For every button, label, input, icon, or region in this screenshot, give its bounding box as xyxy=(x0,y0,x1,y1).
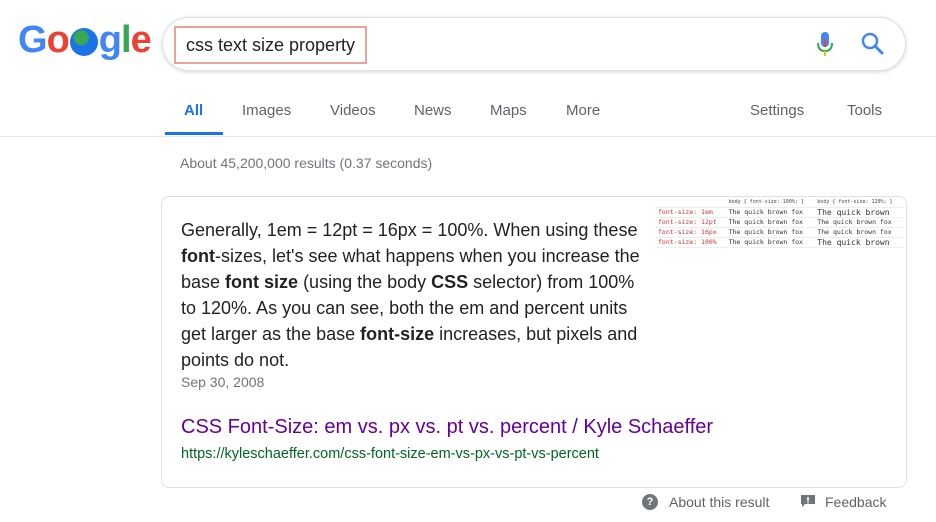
snippet-bold: font size xyxy=(225,272,299,292)
thumb-cell: The quick brown fox xyxy=(725,207,815,218)
snippet-date: Sep 30, 2008 xyxy=(181,374,265,390)
thumb-cell: The quick brown xyxy=(814,237,903,248)
feedback-icon[interactable] xyxy=(800,494,816,508)
logo-letter: l xyxy=(121,19,132,61)
logo-letter: G xyxy=(18,19,48,61)
result-url[interactable]: https://kyleschaeffer.com/css-font-size-… xyxy=(181,446,599,462)
tab-more[interactable]: More xyxy=(566,102,600,120)
thumb-key: font-size: 100% xyxy=(655,237,726,248)
thumb-key: font-size: 12pt xyxy=(655,217,726,228)
google-logo[interactable]: Go gle xyxy=(18,19,152,61)
settings-link[interactable]: Settings xyxy=(750,102,804,120)
thumb-cell: The quick brown fox xyxy=(725,237,815,248)
question-icon[interactable]: ? xyxy=(642,494,658,510)
tab-maps[interactable]: Maps xyxy=(490,102,527,120)
search-icon[interactable] xyxy=(860,31,884,55)
snippet-text-part: Generally, 1em = 12pt = 16px = 100%. Whe… xyxy=(181,220,638,240)
thumb-key: font-size: 16px xyxy=(655,227,726,238)
tab-all[interactable]: All xyxy=(184,102,203,120)
tools-link[interactable]: Tools xyxy=(847,102,882,120)
snippet-bold: font xyxy=(181,246,215,266)
logo-letter: o xyxy=(46,19,70,61)
logo-letter: g xyxy=(98,19,122,61)
thumb-cell: The quick brown fox xyxy=(725,227,815,238)
thumb-cell: The quick brown xyxy=(814,207,903,218)
thumb-cell: The quick brown fox xyxy=(814,217,903,228)
snippet-text: Generally, 1em = 12pt = 16px = 100%. Whe… xyxy=(181,217,641,373)
thumb-cell: The quick brown fox xyxy=(814,227,903,238)
thumb-key: font-size: 1em xyxy=(655,207,726,218)
globe-icon xyxy=(69,28,98,56)
search-tabs: All Images Videos News Maps More Setting… xyxy=(0,102,936,138)
result-title-link[interactable]: CSS Font-Size: em vs. px vs. pt vs. perc… xyxy=(181,414,713,440)
snippet-bold: font-size xyxy=(360,324,435,344)
search-input[interactable]: css text size property xyxy=(174,26,368,64)
tab-images[interactable]: Images xyxy=(242,102,291,120)
logo-letter: e xyxy=(130,19,152,61)
about-result-link[interactable]: About this result xyxy=(669,493,769,511)
active-tab-indicator xyxy=(165,132,223,135)
thumb-header: body { font-size: 100%; } xyxy=(725,198,815,208)
snippet-text-part: (using the body xyxy=(298,272,432,292)
thumb-cell: The quick brown fox xyxy=(725,217,815,228)
tab-news[interactable]: News xyxy=(414,102,452,120)
snippet-bold: CSS xyxy=(431,272,469,292)
result-stats: About 45,200,000 results (0.37 seconds) xyxy=(180,155,433,171)
microphone-icon[interactable] xyxy=(816,31,834,57)
snippet-thumbnail[interactable]: body { font-size: 100%; } body { font-si… xyxy=(655,198,903,264)
feedback-link[interactable]: Feedback xyxy=(825,493,886,511)
tab-videos[interactable]: Videos xyxy=(330,102,376,120)
thumb-header: body { font-size: 120%; } xyxy=(814,198,903,208)
tabs-divider xyxy=(0,136,936,137)
